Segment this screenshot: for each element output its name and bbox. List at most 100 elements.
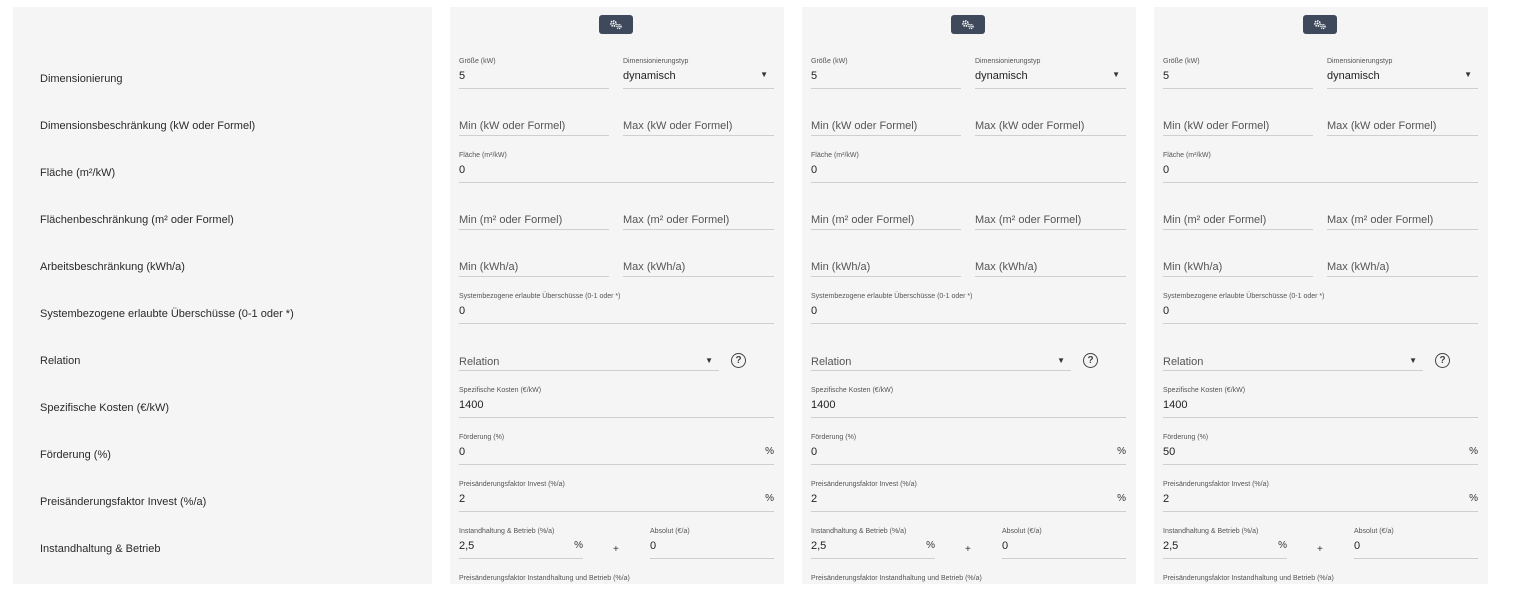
surplus-field[interactable]: Systembezogene erlaubte Überschüsse (0-1… bbox=[811, 293, 1126, 324]
specific-cost-field[interactable]: Spezifische Kosten (€/kW) 1400 bbox=[811, 387, 1126, 418]
maintenance-value: 2,5 bbox=[459, 540, 475, 552]
invest-factor-unit: % bbox=[1117, 493, 1126, 504]
funding-value: 50 bbox=[1163, 446, 1176, 458]
specific-cost-field[interactable]: Spezifische Kosten (€/kW) 1400 bbox=[459, 387, 774, 418]
dimension-max-placeholder: Max (kW oder Formel) bbox=[975, 120, 1085, 132]
area-min-input[interactable]: Min (m² oder Formel) bbox=[459, 205, 609, 230]
surplus-value: 0 bbox=[811, 305, 818, 317]
plus-sign: + bbox=[965, 544, 971, 555]
invest-factor-label: Preisänderungsfaktor Invest (%/a) bbox=[811, 481, 917, 488]
area-min-input[interactable]: Min (m² oder Formel) bbox=[811, 205, 961, 230]
absolute-label: Absolut (€/a) bbox=[1354, 528, 1394, 535]
area-max-input[interactable]: Max (m² oder Formel) bbox=[975, 205, 1126, 230]
funding-label: Förderung (%) bbox=[1163, 434, 1209, 441]
work-max-placeholder: Max (kWh/a) bbox=[623, 261, 686, 273]
size-label: Größe (kW) bbox=[459, 58, 496, 65]
invest-factor-unit: % bbox=[1469, 493, 1478, 504]
maintenance-field[interactable]: Instandhaltung & Betrieb (%/a) 2,5 % bbox=[1163, 528, 1287, 559]
area-max-input[interactable]: Max (m² oder Formel) bbox=[1327, 205, 1478, 230]
help-circle-icon[interactable]: ? bbox=[1083, 353, 1098, 368]
help-circle-icon[interactable]: ? bbox=[1435, 353, 1450, 368]
absolute-value: 0 bbox=[1002, 540, 1009, 552]
caret-down-icon: ▼ bbox=[1409, 356, 1417, 365]
surplus-label: Systembezogene erlaubte Überschüsse (0-1… bbox=[1163, 293, 1325, 300]
funding-unit: % bbox=[1469, 446, 1478, 457]
caret-down-icon: ▼ bbox=[760, 70, 768, 79]
invest-factor-field[interactable]: Preisänderungsfaktor Invest (%/a) 2 % bbox=[459, 481, 774, 512]
surplus-field[interactable]: Systembezogene erlaubte Überschüsse (0-1… bbox=[459, 293, 774, 324]
maintenance-field[interactable]: Instandhaltung & Betrieb (%/a) 2,5 % bbox=[811, 528, 935, 559]
maintenance-factor-label: Preisänderungsfaktor Instandhaltung und … bbox=[1163, 575, 1334, 582]
absolute-field[interactable]: Absolut (€/a) 0 bbox=[1002, 528, 1126, 559]
area-field[interactable]: Fläche (m²/kW) 0 bbox=[459, 152, 774, 183]
work-max-input[interactable]: Max (kWh/a) bbox=[623, 252, 774, 277]
dimension-max-input[interactable]: Max (kW oder Formel) bbox=[975, 111, 1126, 136]
absolute-field[interactable]: Absolut (€/a) 0 bbox=[1354, 528, 1478, 559]
dimension-type-select[interactable]: Dimensionierungstyp dynamisch ▼ bbox=[1327, 58, 1478, 89]
surplus-label: Systembezogene erlaubte Überschüsse (0-1… bbox=[811, 293, 973, 300]
area-max-input[interactable]: Max (m² oder Formel) bbox=[623, 205, 774, 230]
surplus-label: Systembezogene erlaubte Überschüsse (0-1… bbox=[459, 293, 621, 300]
settings-button[interactable] bbox=[599, 15, 633, 34]
dimension-type-select[interactable]: Dimensionierungstyp dynamisch ▼ bbox=[623, 58, 774, 89]
dimension-max-input[interactable]: Max (kW oder Formel) bbox=[1327, 111, 1478, 136]
help-circle-icon[interactable]: ? bbox=[731, 353, 746, 368]
specific-cost-field[interactable]: Spezifische Kosten (€/kW) 1400 bbox=[1163, 387, 1478, 418]
relation-select[interactable]: Relation ▼ bbox=[1163, 347, 1423, 371]
area-value: 0 bbox=[1163, 164, 1170, 176]
row-label-relation: Relation bbox=[40, 355, 81, 367]
size-field[interactable]: Größe (kW) 5 bbox=[811, 58, 961, 89]
surplus-field[interactable]: Systembezogene erlaubte Überschüsse (0-1… bbox=[1163, 293, 1478, 324]
work-min-input[interactable]: Min (kWh/a) bbox=[1163, 252, 1313, 277]
area-field[interactable]: Fläche (m²/kW) 0 bbox=[811, 152, 1126, 183]
absolute-label: Absolut (€/a) bbox=[1002, 528, 1042, 535]
row-label-instandhaltung: Instandhaltung & Betrieb bbox=[40, 543, 161, 555]
maintenance-factor-field[interactable]: Preisänderungsfaktor Instandhaltung und … bbox=[1163, 575, 1478, 584]
dimension-min-input[interactable]: Min (kW oder Formel) bbox=[459, 111, 609, 136]
maintenance-field[interactable]: Instandhaltung & Betrieb (%/a) 2,5 % bbox=[459, 528, 583, 559]
invest-factor-field[interactable]: Preisänderungsfaktor Invest (%/a) 2 % bbox=[811, 481, 1126, 512]
relation-select[interactable]: Relation ▼ bbox=[459, 347, 719, 371]
size-field[interactable]: Größe (kW) 5 bbox=[459, 58, 609, 89]
size-field[interactable]: Größe (kW) 5 bbox=[1163, 58, 1313, 89]
maintenance-label: Instandhaltung & Betrieb (%/a) bbox=[1163, 528, 1259, 535]
dimension-max-input[interactable]: Max (kW oder Formel) bbox=[623, 111, 774, 136]
maintenance-factor-field[interactable]: Preisänderungsfaktor Instandhaltung und … bbox=[811, 575, 1126, 584]
specific-cost-value: 1400 bbox=[811, 399, 836, 411]
funding-label: Förderung (%) bbox=[811, 434, 857, 441]
row-label-arbeitsbeschraenkung: Arbeitsbeschränkung (kWh/a) bbox=[40, 261, 185, 273]
relation-select[interactable]: Relation ▼ bbox=[811, 347, 1071, 371]
absolute-field[interactable]: Absolut (€/a) 0 bbox=[650, 528, 774, 559]
size-label: Größe (kW) bbox=[811, 58, 848, 65]
funding-field[interactable]: Förderung (%) 50 % bbox=[1163, 434, 1478, 465]
row-label-flaechenbeschraenkung: Flächenbeschränkung (m² oder Formel) bbox=[40, 214, 234, 226]
area-min-input[interactable]: Min (m² oder Formel) bbox=[1163, 205, 1313, 230]
invest-factor-label: Preisänderungsfaktor Invest (%/a) bbox=[459, 481, 565, 488]
dimension-min-placeholder: Min (kW oder Formel) bbox=[459, 120, 566, 132]
dimension-max-placeholder: Max (kW oder Formel) bbox=[1327, 120, 1437, 132]
settings-button[interactable] bbox=[1303, 15, 1337, 34]
settings-button[interactable] bbox=[951, 15, 985, 34]
funding-field[interactable]: Förderung (%) 0 % bbox=[811, 434, 1126, 465]
maintenance-factor-field[interactable]: Preisänderungsfaktor Instandhaltung und … bbox=[459, 575, 774, 584]
funding-field[interactable]: Förderung (%) 0 % bbox=[459, 434, 774, 465]
area-field[interactable]: Fläche (m²/kW) 0 bbox=[1163, 152, 1478, 183]
caret-down-icon: ▼ bbox=[1057, 356, 1065, 365]
funding-value: 0 bbox=[811, 446, 818, 458]
dimension-min-input[interactable]: Min (kW oder Formel) bbox=[1163, 111, 1313, 136]
area-max-placeholder: Max (m² oder Formel) bbox=[623, 214, 730, 226]
invest-factor-field[interactable]: Preisänderungsfaktor Invest (%/a) 2 % bbox=[1163, 481, 1478, 512]
row-label-ueberschuesse: Systembezogene erlaubte Überschüsse (0-1… bbox=[40, 308, 294, 320]
work-min-placeholder: Min (kWh/a) bbox=[811, 261, 871, 273]
area-label: Fläche (m²/kW) bbox=[1163, 152, 1211, 159]
work-min-input[interactable]: Min (kWh/a) bbox=[459, 252, 609, 277]
work-max-input[interactable]: Max (kWh/a) bbox=[1327, 252, 1478, 277]
row-label-preisaenderungsfaktor-invest: Preisänderungsfaktor Invest (%/a) bbox=[40, 496, 207, 508]
row-label-dimensionierung: Dimensionierung bbox=[40, 73, 123, 85]
dimension-type-select[interactable]: Dimensionierungstyp dynamisch ▼ bbox=[975, 58, 1126, 89]
work-max-input[interactable]: Max (kWh/a) bbox=[975, 252, 1126, 277]
config-column-1: Größe (kW) 5 Dimensionierungstyp dynamis… bbox=[450, 7, 784, 584]
dimension-min-input[interactable]: Min (kW oder Formel) bbox=[811, 111, 961, 136]
work-min-input[interactable]: Min (kWh/a) bbox=[811, 252, 961, 277]
caret-down-icon: ▼ bbox=[705, 356, 713, 365]
